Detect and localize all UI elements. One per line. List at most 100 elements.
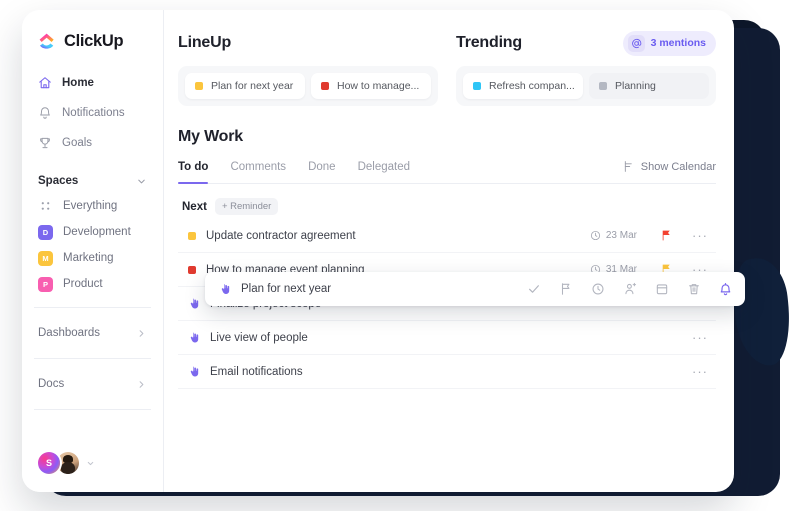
my-work-tabs-bar: To do Comments Done Delegated Show Calen…: [178, 160, 716, 184]
trash-icon[interactable]: [686, 282, 701, 297]
user-account-row[interactable]: S: [22, 452, 163, 492]
due-label: 23 Mar: [605, 230, 637, 241]
space-badge: P: [38, 276, 53, 292]
mentions-badge[interactable]: 3 mentions: [622, 30, 716, 56]
sidebar-item-goals[interactable]: Goals: [32, 129, 153, 157]
sidebar-item-marketing[interactable]: M Marketing: [22, 245, 163, 271]
task-due-date[interactable]: 23 Mar: [590, 230, 637, 241]
pointer-hand-icon: [188, 365, 201, 378]
spaces-list: Everything D Development M Marketing P P…: [22, 193, 163, 297]
flag-icon[interactable]: [558, 282, 573, 297]
spaces-section-header[interactable]: Spaces: [22, 175, 163, 187]
task-name: Email notifications: [210, 365, 303, 378]
sidebar-item-home[interactable]: Home: [32, 69, 153, 97]
lineup-panel: LineUp Plan for next year How to manage.…: [178, 32, 438, 106]
sidebar-item-docs[interactable]: Docs: [22, 369, 163, 399]
sidebar: ClickUp Home Notifications Goals Spaces …: [22, 10, 164, 492]
lineup-chip[interactable]: Plan for next year: [185, 73, 305, 99]
clock-icon[interactable]: [590, 282, 605, 297]
show-calendar-label: Show Calendar: [640, 160, 716, 173]
tab-delegated[interactable]: Delegated: [358, 161, 410, 183]
my-work-section: My Work To do Comments Done Delegated Sh…: [178, 128, 716, 389]
my-work-title: My Work: [178, 128, 243, 145]
calendar-icon[interactable]: [654, 282, 669, 297]
sidebar-item-label: Goals: [62, 137, 93, 149]
row-menu-button[interactable]: ···: [692, 365, 708, 378]
brand-name: ClickUp: [64, 32, 124, 50]
trending-header: Trending 3 mentions: [456, 30, 716, 56]
tab-to-do[interactable]: To do: [178, 161, 209, 184]
home-icon: [38, 76, 52, 90]
table-row[interactable]: Email notifications ···: [178, 355, 716, 389]
task-name: Update contractor agreement: [206, 229, 356, 242]
table-row[interactable]: Live view of people ···: [178, 321, 716, 355]
chip-label: Refresh compan...: [489, 80, 575, 92]
at-mention-icon: [627, 34, 645, 52]
trending-chip[interactable]: Planning: [589, 73, 709, 99]
sidebar-divider: [34, 307, 151, 308]
sidebar-item-development[interactable]: D Development: [22, 219, 163, 245]
top-panels: LineUp Plan for next year How to manage.…: [178, 30, 716, 106]
dragged-task-actions: [526, 282, 733, 297]
priority-color-dot-icon: [188, 231, 196, 240]
chevron-right-icon: [136, 328, 147, 339]
chevron-down-icon: [86, 459, 95, 468]
workspace-avatar[interactable]: S: [38, 452, 60, 474]
grid-dots-icon: [38, 199, 53, 214]
color-dot-icon: [473, 82, 481, 90]
pointer-hand-icon: [188, 331, 201, 344]
my-work-tabs: To do Comments Done Delegated: [178, 161, 410, 184]
dragged-task-card[interactable]: Plan for next year: [205, 272, 745, 306]
sidebar-item-label: Docs: [38, 378, 65, 390]
trending-panel: Trending 3 mentions Refresh compan... Pl…: [456, 30, 716, 106]
chevron-right-icon: [136, 379, 147, 390]
trophy-icon: [38, 136, 52, 150]
brand[interactable]: ClickUp: [22, 32, 163, 51]
spaces-label: Spaces: [38, 175, 79, 187]
clock-icon: [590, 230, 601, 241]
primary-nav: Home Notifications Goals: [22, 69, 163, 159]
space-label: Marketing: [63, 252, 114, 264]
task-name: Live view of people: [210, 331, 308, 344]
color-dot-icon: [321, 82, 329, 90]
person-add-icon[interactable]: [622, 282, 637, 297]
color-dot-icon: [599, 82, 607, 90]
clickup-logo-icon: [38, 32, 57, 51]
trending-chip[interactable]: Refresh compan...: [463, 73, 583, 99]
row-menu-button[interactable]: ···: [692, 229, 708, 242]
sidebar-item-everything[interactable]: Everything: [22, 193, 163, 219]
avatar[interactable]: [57, 452, 79, 474]
tab-comments[interactable]: Comments: [230, 161, 286, 183]
tab-done[interactable]: Done: [308, 161, 336, 183]
check-icon[interactable]: [526, 282, 541, 297]
pointer-hand-icon: [188, 297, 201, 310]
space-label: Everything: [63, 200, 118, 212]
show-calendar-button[interactable]: Show Calendar: [621, 160, 716, 183]
sidebar-item-product[interactable]: P Product: [22, 271, 163, 297]
main-content: LineUp Plan for next year How to manage.…: [164, 10, 734, 492]
chip-label: How to manage...: [337, 80, 420, 92]
sidebar-divider: [34, 409, 151, 410]
sidebar-item-notifications[interactable]: Notifications: [32, 99, 153, 127]
dragged-task-name: Plan for next year: [241, 283, 332, 295]
sidebar-item-dashboards[interactable]: Dashboards: [22, 318, 163, 348]
table-row[interactable]: Update contractor agreement 23 Mar ···: [178, 219, 716, 253]
sidebar-item-label: Dashboards: [38, 327, 101, 339]
space-label: Product: [63, 278, 103, 290]
app-window: ClickUp Home Notifications Goals Spaces …: [22, 10, 734, 492]
priority-flag-icon[interactable]: [659, 229, 674, 242]
row-menu-button[interactable]: ···: [692, 331, 708, 344]
add-reminder-button[interactable]: + Reminder: [214, 198, 279, 215]
bell-icon[interactable]: [718, 282, 733, 297]
lineup-chip-tray: Plan for next year How to manage...: [178, 66, 438, 106]
space-label: Development: [63, 226, 131, 238]
chip-label: Planning: [615, 80, 656, 92]
chevron-down-icon: [136, 176, 147, 187]
group-header-next: Next + Reminder: [178, 198, 716, 215]
color-dot-icon: [195, 82, 203, 90]
chip-label: Plan for next year: [211, 80, 294, 92]
trending-chip-tray: Refresh compan... Planning: [456, 66, 716, 106]
lineup-chip[interactable]: How to manage...: [311, 73, 431, 99]
priority-color-dot-icon: [188, 265, 196, 274]
